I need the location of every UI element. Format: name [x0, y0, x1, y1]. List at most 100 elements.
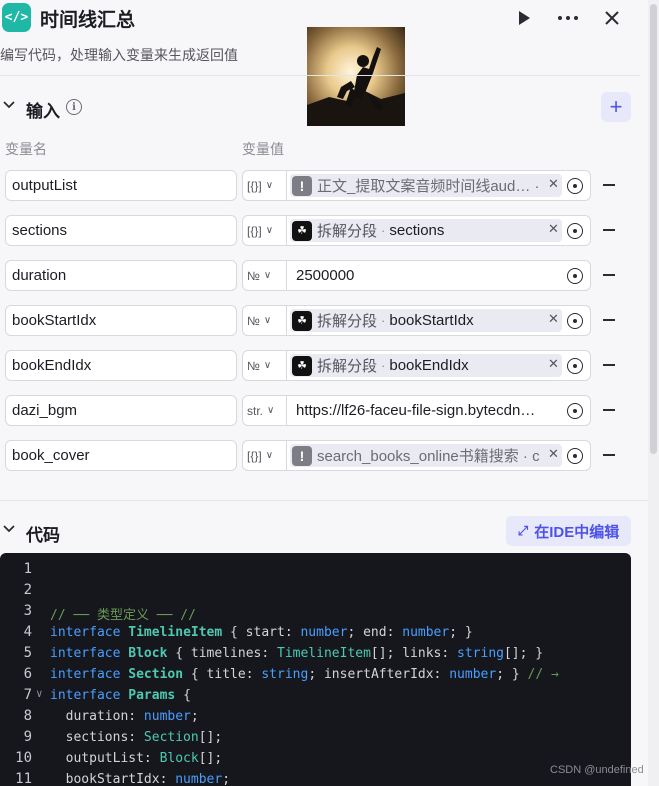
type-select[interactable]: № ∨ [242, 305, 287, 336]
edit-in-ide-button[interactable]: ⤢ 在IDE中编辑 [506, 516, 631, 546]
variable-value-text[interactable]: 2500000 [296, 267, 561, 284]
code-editor[interactable]: 1 2 3 // ── 类型定义 ── // 4 interface Timel… [0, 553, 631, 786]
reference-node-name: 拆解分段 [317, 358, 378, 375]
reference-tag[interactable]: ☘ 拆解分段 · bookEndIdx [290, 354, 562, 377]
chevron-down-icon: ∨ [265, 225, 274, 236]
line-number: 3 [23, 603, 32, 619]
variable-picker-icon[interactable] [567, 268, 583, 284]
variable-name-input[interactable]: outputList [5, 170, 237, 201]
line-number: 8 [23, 708, 32, 724]
remove-row-button[interactable] [603, 229, 615, 231]
variable-picker-icon[interactable] [567, 223, 583, 239]
reference-tag[interactable]: ☘ 拆解分段 · bookStartIdx [290, 309, 562, 332]
variable-name-input[interactable]: book_cover [5, 440, 237, 471]
reference-separator: · [381, 223, 386, 238]
node-avatar-icon: ☘ [292, 310, 312, 331]
column-header-value: 变量值 [242, 141, 284, 157]
type-select[interactable]: str. ∨ [242, 395, 287, 426]
code-text: interface Section { title: string; inser… [50, 667, 559, 682]
variable-value-field[interactable]: ☘ 拆解分段 · sections ✕ [287, 215, 591, 246]
fold-chevron-icon[interactable]: ∨ [36, 687, 43, 700]
variable-name-input[interactable]: bookEndIdx [5, 350, 237, 381]
remove-row-button[interactable] [603, 454, 615, 456]
variable-name-input[interactable]: duration [5, 260, 237, 291]
type-label: [{}] [247, 448, 262, 463]
clear-reference-icon[interactable]: ✕ [548, 356, 559, 372]
node-avatar-icon: ☘ [292, 355, 312, 376]
variable-value-field[interactable]: https://lf26-faceu-file-sign.bytecdn… [287, 395, 591, 426]
add-input-button[interactable]: + [601, 92, 631, 122]
chevron-down-icon: ∨ [263, 270, 272, 281]
close-icon [605, 11, 619, 25]
code-section-label: 代码 [26, 526, 60, 545]
node-avatar-icon: ☘ [292, 220, 312, 241]
variable-value-field[interactable]: ! search_books_online书籍搜索 · c ✕ [287, 440, 591, 471]
code-line: 8 duration: number; [0, 706, 631, 727]
variable-value-field[interactable]: ☘ 拆解分段 · bookStartIdx ✕ [287, 305, 591, 336]
input-section-label: 输入 [26, 102, 60, 121]
close-button[interactable] [598, 4, 626, 32]
reference-tag[interactable]: ! search_books_online书籍搜索 · c [290, 444, 562, 467]
type-select[interactable]: [{}] ∨ [242, 170, 287, 201]
type-select[interactable]: [{}] ∨ [242, 215, 287, 246]
clear-reference-icon[interactable]: ✕ [548, 221, 559, 237]
chevron-down-icon [3, 101, 15, 109]
variable-picker-icon[interactable] [567, 448, 583, 464]
variable-value-field[interactable]: 2500000 [287, 260, 591, 291]
vertical-scrollbar[interactable] [648, 0, 659, 786]
line-number: 1 [23, 561, 32, 577]
type-label: № [247, 313, 260, 328]
remove-row-button[interactable] [603, 319, 615, 321]
type-label: № [247, 268, 260, 283]
type-select[interactable]: № ∨ [242, 260, 287, 291]
variable-name-input[interactable]: bookStartIdx [5, 305, 237, 336]
reference-tag[interactable]: ! 正文_提取文案音频时间线aud… · [290, 174, 562, 197]
reference-separator: · [381, 358, 386, 373]
code-line: 11 bookStartIdx: number; [0, 769, 631, 786]
more-button[interactable] [554, 4, 582, 32]
remove-row-button[interactable] [603, 274, 615, 276]
variable-value-field[interactable]: ! 正文_提取文案音频时间线aud… · ✕ [287, 170, 591, 201]
code-line: 10 outputList: Block[]; [0, 748, 631, 769]
variable-picker-icon[interactable] [567, 178, 583, 194]
line-number: 4 [23, 624, 32, 640]
clear-reference-icon[interactable]: ✕ [548, 176, 559, 192]
chevron-down-icon: ∨ [267, 405, 275, 416]
clear-reference-icon[interactable]: ✕ [548, 311, 559, 327]
line-number: 11 [15, 771, 32, 786]
variable-picker-icon[interactable] [567, 358, 583, 374]
type-select[interactable]: № ∨ [242, 350, 287, 381]
code-text: bookStartIdx: number; [50, 772, 231, 786]
info-icon[interactable]: i [66, 99, 82, 115]
clear-reference-icon[interactable]: ✕ [548, 446, 559, 462]
reference-separator: · [381, 313, 386, 328]
variable-picker-icon[interactable] [567, 313, 583, 329]
remove-row-button[interactable] [603, 364, 615, 366]
code-text: interface Block { timelines: TimelineIte… [50, 646, 544, 661]
input-row: dazi_bgm str. ∨ https://lf26-faceu-file-s… [0, 395, 640, 426]
type-select[interactable]: [{}] ∨ [242, 440, 287, 471]
node-title[interactable]: 时间线汇总 [40, 5, 135, 32]
code-text: interface Params { [50, 688, 191, 703]
variable-name-input[interactable]: dazi_bgm [5, 395, 237, 426]
variable-value-text[interactable]: https://lf26-faceu-file-sign.bytecdn… [296, 402, 561, 419]
remove-row-button[interactable] [603, 409, 615, 411]
input-row: outputList [{}] ∨ ! 正文_提取文案音频时间线aud… · ✕ [0, 170, 640, 201]
chevron-down-icon: ∨ [263, 360, 272, 371]
input-section-header[interactable]: 输入 i [0, 92, 640, 122]
variable-name-input[interactable]: sections [5, 215, 237, 246]
scrollbar-thumb[interactable] [650, 4, 657, 454]
chevron-down-icon [3, 525, 15, 533]
node-description: 编写代码，处理输入变量来生成返回值 [0, 47, 238, 63]
code-text: // ── 类型定义 ── // [50, 608, 196, 623]
section-divider [0, 500, 648, 501]
more-icon [558, 16, 578, 20]
code-line: 1 [0, 559, 631, 580]
code-node-panel: </> 时间线汇总 编写代码，处理输入变量来生成返回值 输入 i + 变量名 变… [0, 0, 648, 786]
variable-picker-icon[interactable] [567, 403, 583, 419]
remove-row-button[interactable] [603, 184, 615, 186]
run-button[interactable] [510, 4, 538, 32]
line-number: 5 [23, 645, 32, 661]
reference-tag[interactable]: ☘ 拆解分段 · sections [290, 219, 562, 242]
variable-value-field[interactable]: ☘ 拆解分段 · bookEndIdx ✕ [287, 350, 591, 381]
